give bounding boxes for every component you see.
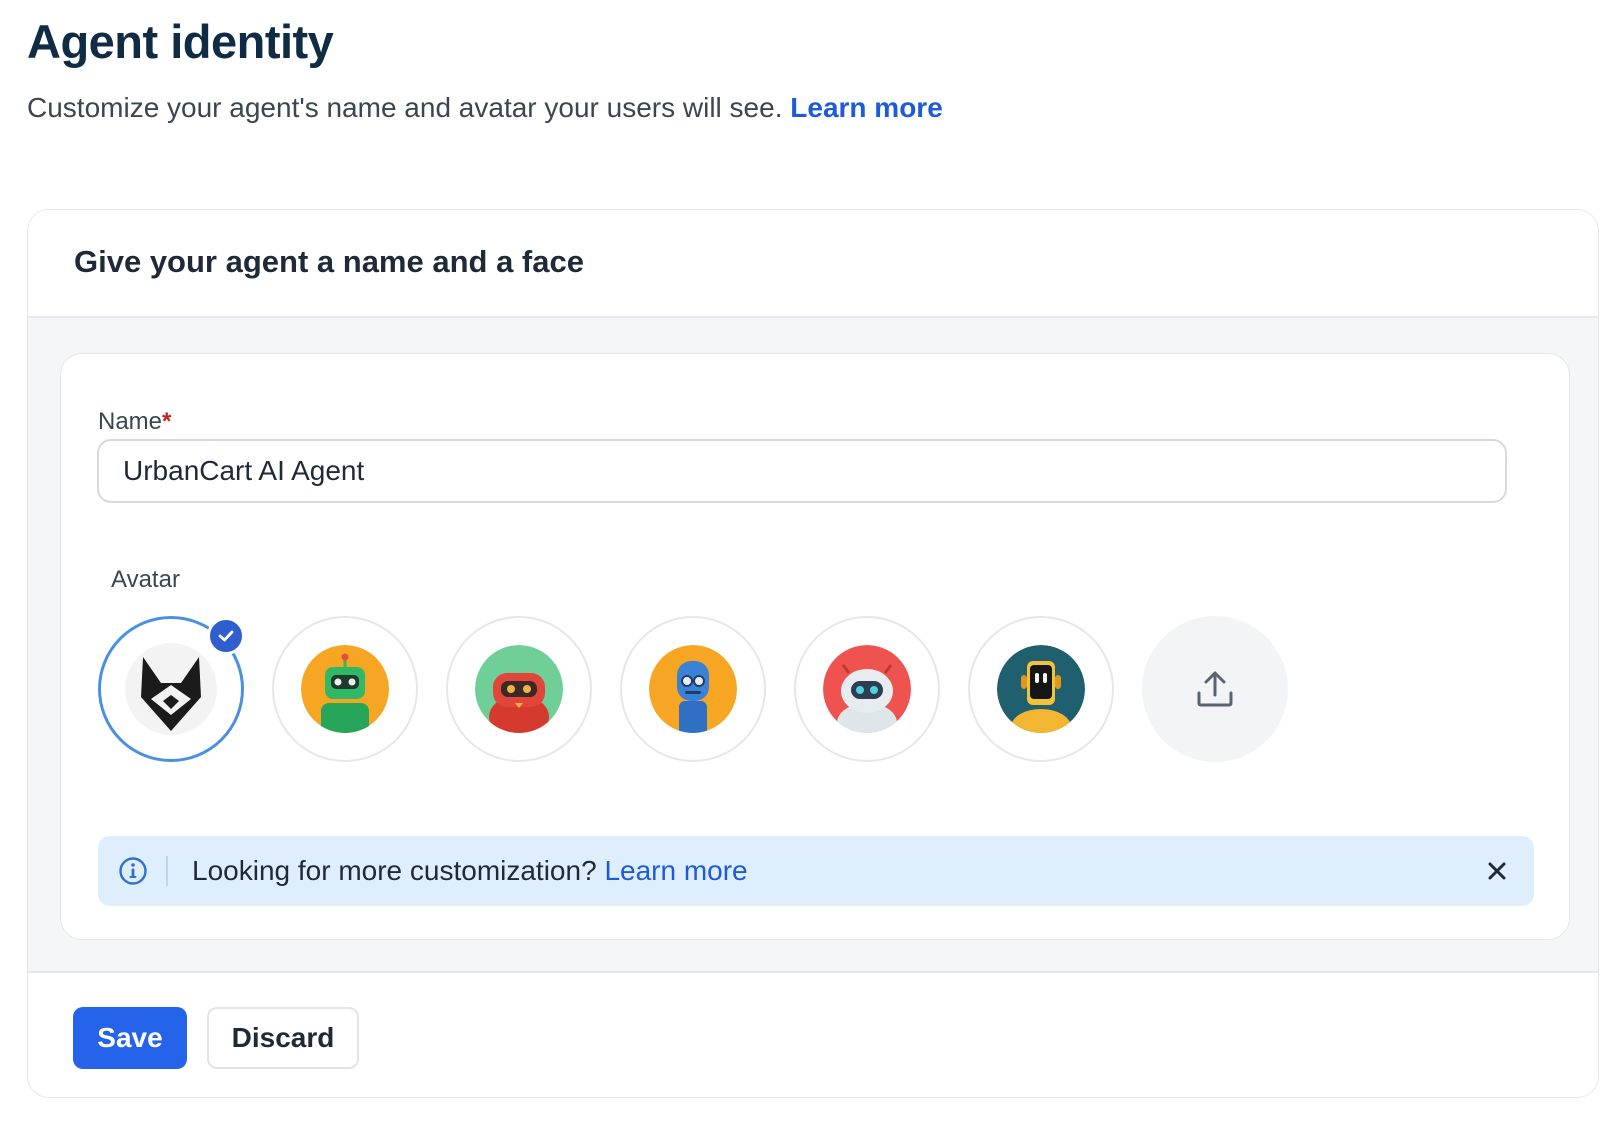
white-robot-icon <box>823 645 911 733</box>
identity-form: Name* Avatar <box>60 353 1570 940</box>
avatar-label: Avatar <box>111 566 180 593</box>
info-icon <box>119 857 147 885</box>
avatar-option-green-robot[interactable] <box>272 616 418 762</box>
card-footer: Save Discard <box>28 971 1598 1097</box>
learn-more-link[interactable]: Learn more <box>790 92 943 123</box>
upload-icon <box>1197 671 1233 707</box>
discard-button[interactable]: Discard <box>207 1007 359 1069</box>
save-button[interactable]: Save <box>73 1007 187 1069</box>
fox-logo-icon <box>125 643 217 735</box>
avatar-option-red-robot[interactable] <box>446 616 592 762</box>
name-label: Name* <box>98 408 171 436</box>
yellow-robot-icon <box>997 645 1085 733</box>
avatar-option-blue-robot[interactable] <box>620 616 766 762</box>
avatar-option-yellow-robot[interactable] <box>968 616 1114 762</box>
card-title: Give your agent a name and a face <box>74 244 584 279</box>
required-marker: * <box>162 408 172 435</box>
identity-card: Give your agent a name and a face Name* … <box>27 209 1599 1098</box>
close-icon[interactable] <box>1484 858 1510 884</box>
page-title: Agent identity <box>27 15 334 68</box>
blue-robot-icon <box>649 645 737 733</box>
agent-identity-page: Agent identity Customize your agent's na… <box>0 0 1624 1136</box>
avatar-option-white-robot[interactable] <box>794 616 940 762</box>
banner-message: Looking for more customization? Learn mo… <box>192 855 748 887</box>
customization-banner: Looking for more customization? Learn mo… <box>98 836 1534 906</box>
red-robot-icon <box>475 645 563 733</box>
avatar-option-fox[interactable] <box>98 616 245 762</box>
card-header: Give your agent a name and a face <box>28 210 1598 318</box>
page-subtitle: Customize your agent's name and avatar y… <box>27 92 943 124</box>
selected-check-icon <box>207 617 245 655</box>
banner-text: Looking for more customization? <box>192 855 597 886</box>
banner-learn-more-link[interactable]: Learn more <box>604 855 747 886</box>
avatar-upload-button[interactable] <box>1142 616 1288 762</box>
name-input[interactable] <box>97 439 1507 503</box>
green-robot-icon <box>301 645 389 733</box>
name-label-text: Name <box>98 408 163 435</box>
page-subtitle-text: Customize your agent's name and avatar y… <box>27 92 783 123</box>
banner-divider <box>166 856 168 886</box>
